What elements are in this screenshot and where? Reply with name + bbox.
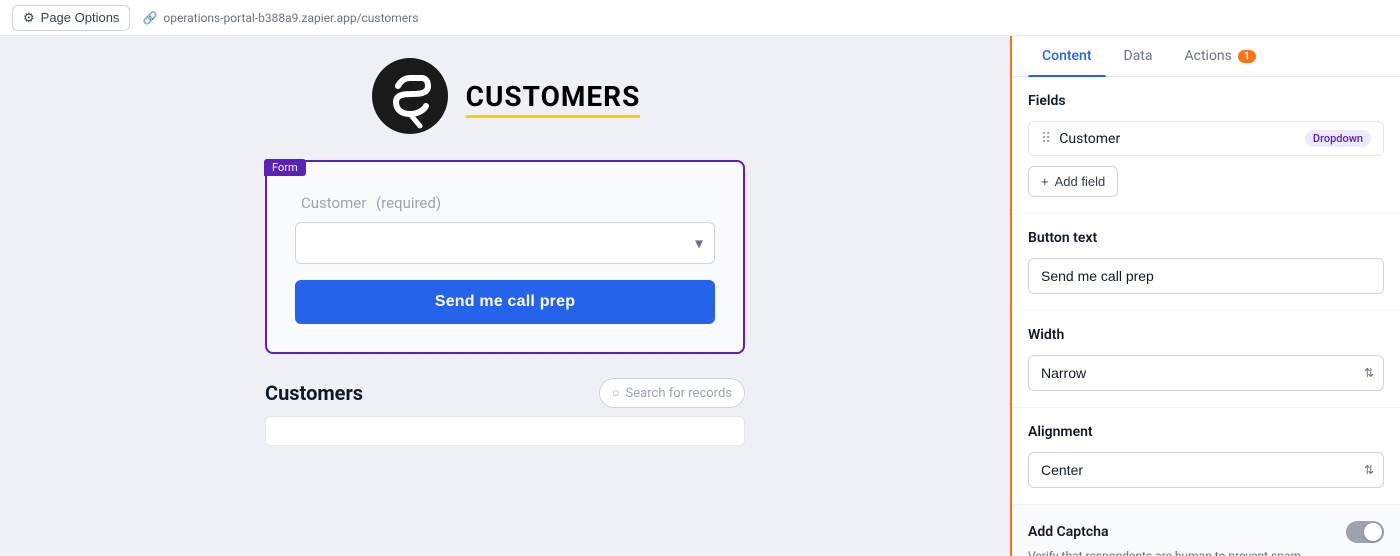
fields-section: Fields ⠿ Customer Dropdown + Add field (1012, 77, 1400, 214)
submit-button[interactable]: Send me call prep (295, 280, 715, 324)
field-type-badge[interactable]: Dropdown (1305, 130, 1371, 147)
canvas: CUSTOMERS Form Customer (required) ▾ Sen… (0, 36, 1010, 556)
logo-area: CUSTOMERS (370, 56, 641, 136)
url-bar: 🔗 operations-portal-b388a9.zapier.app/cu… (142, 11, 418, 25)
captcha-description: Verify that respondents are human to pre… (1028, 549, 1384, 556)
customers-table (265, 416, 745, 446)
field-row: ⠿ Customer Dropdown (1028, 121, 1384, 156)
width-select[interactable]: Narrow Wide Full (1028, 355, 1384, 391)
add-field-button[interactable]: + Add field (1028, 166, 1118, 197)
page-options-label: Page Options (41, 10, 120, 25)
page-options-button[interactable]: ⚙ Page Options (12, 5, 130, 31)
panel-tabs: Content Data Actions 1 (1012, 36, 1400, 77)
form-field-label: Customer (required) (295, 194, 715, 212)
alignment-section: Alignment Left Center Right ⇅ (1012, 408, 1400, 505)
fields-section-title: Fields (1028, 93, 1384, 109)
customers-heading: CUSTOMERS (466, 80, 641, 113)
button-text-input[interactable] (1028, 258, 1384, 294)
tab-content-label: Content (1042, 48, 1092, 64)
tab-actions[interactable]: Actions 1 (1171, 36, 1270, 76)
required-label: (required) (376, 194, 441, 212)
field-name: Customer (1059, 131, 1297, 147)
gear-icon: ⚙ (23, 10, 35, 26)
width-title: Width (1028, 327, 1384, 343)
customer-dropdown[interactable] (295, 222, 715, 264)
form-container: Customer (required) ▾ Send me call prep (265, 160, 745, 354)
alignment-select-wrapper: Left Center Right ⇅ (1028, 452, 1384, 488)
drag-handle-icon[interactable]: ⠿ (1041, 131, 1051, 147)
top-bar: ⚙ Page Options 🔗 operations-portal-b388a… (0, 0, 1400, 36)
captcha-label: Add Captcha (1028, 524, 1108, 540)
alignment-title: Alignment (1028, 424, 1384, 440)
tab-actions-label: Actions (1185, 48, 1232, 64)
search-icon: ○ (612, 385, 620, 401)
actions-badge: 1 (1238, 50, 1256, 63)
button-text-title: Button text (1028, 230, 1384, 246)
search-bar[interactable]: ○ Search for records (599, 378, 745, 408)
add-field-label: Add field (1055, 174, 1106, 189)
alignment-select[interactable]: Left Center Right (1028, 452, 1384, 488)
button-text-section: Button text (1012, 214, 1400, 311)
link-icon: 🔗 (142, 11, 157, 25)
brand-logo (370, 56, 450, 136)
customers-section-title: Customers (265, 381, 363, 405)
customers-section: Customers ○ Search for records (265, 378, 745, 446)
url-text: operations-portal-b388a9.zapier.app/cust… (163, 11, 418, 25)
form-select-wrapper: ▾ (295, 222, 715, 264)
tab-content[interactable]: Content (1028, 36, 1106, 76)
captcha-row: Add Captcha (1028, 521, 1384, 543)
width-section: Width Narrow Wide Full ⇅ (1012, 311, 1400, 408)
form-badge: Form (264, 159, 306, 176)
tab-data-label: Data (1124, 48, 1153, 64)
captcha-toggle[interactable] (1346, 521, 1384, 543)
captcha-section: Add Captcha Verify that respondents are … (1012, 505, 1400, 556)
tab-data[interactable]: Data (1110, 36, 1167, 76)
main-layout: CUSTOMERS Form Customer (required) ▾ Sen… (0, 36, 1400, 556)
width-select-wrapper: Narrow Wide Full ⇅ (1028, 355, 1384, 391)
form-wrapper: Form Customer (required) ▾ Send me call … (265, 160, 745, 354)
plus-icon: + (1041, 174, 1049, 189)
search-placeholder: Search for records (626, 386, 732, 401)
customers-header: Customers ○ Search for records (265, 378, 745, 408)
toggle-knob (1364, 523, 1382, 541)
right-panel: Content Data Actions 1 Fields ⠿ Customer… (1010, 36, 1400, 556)
